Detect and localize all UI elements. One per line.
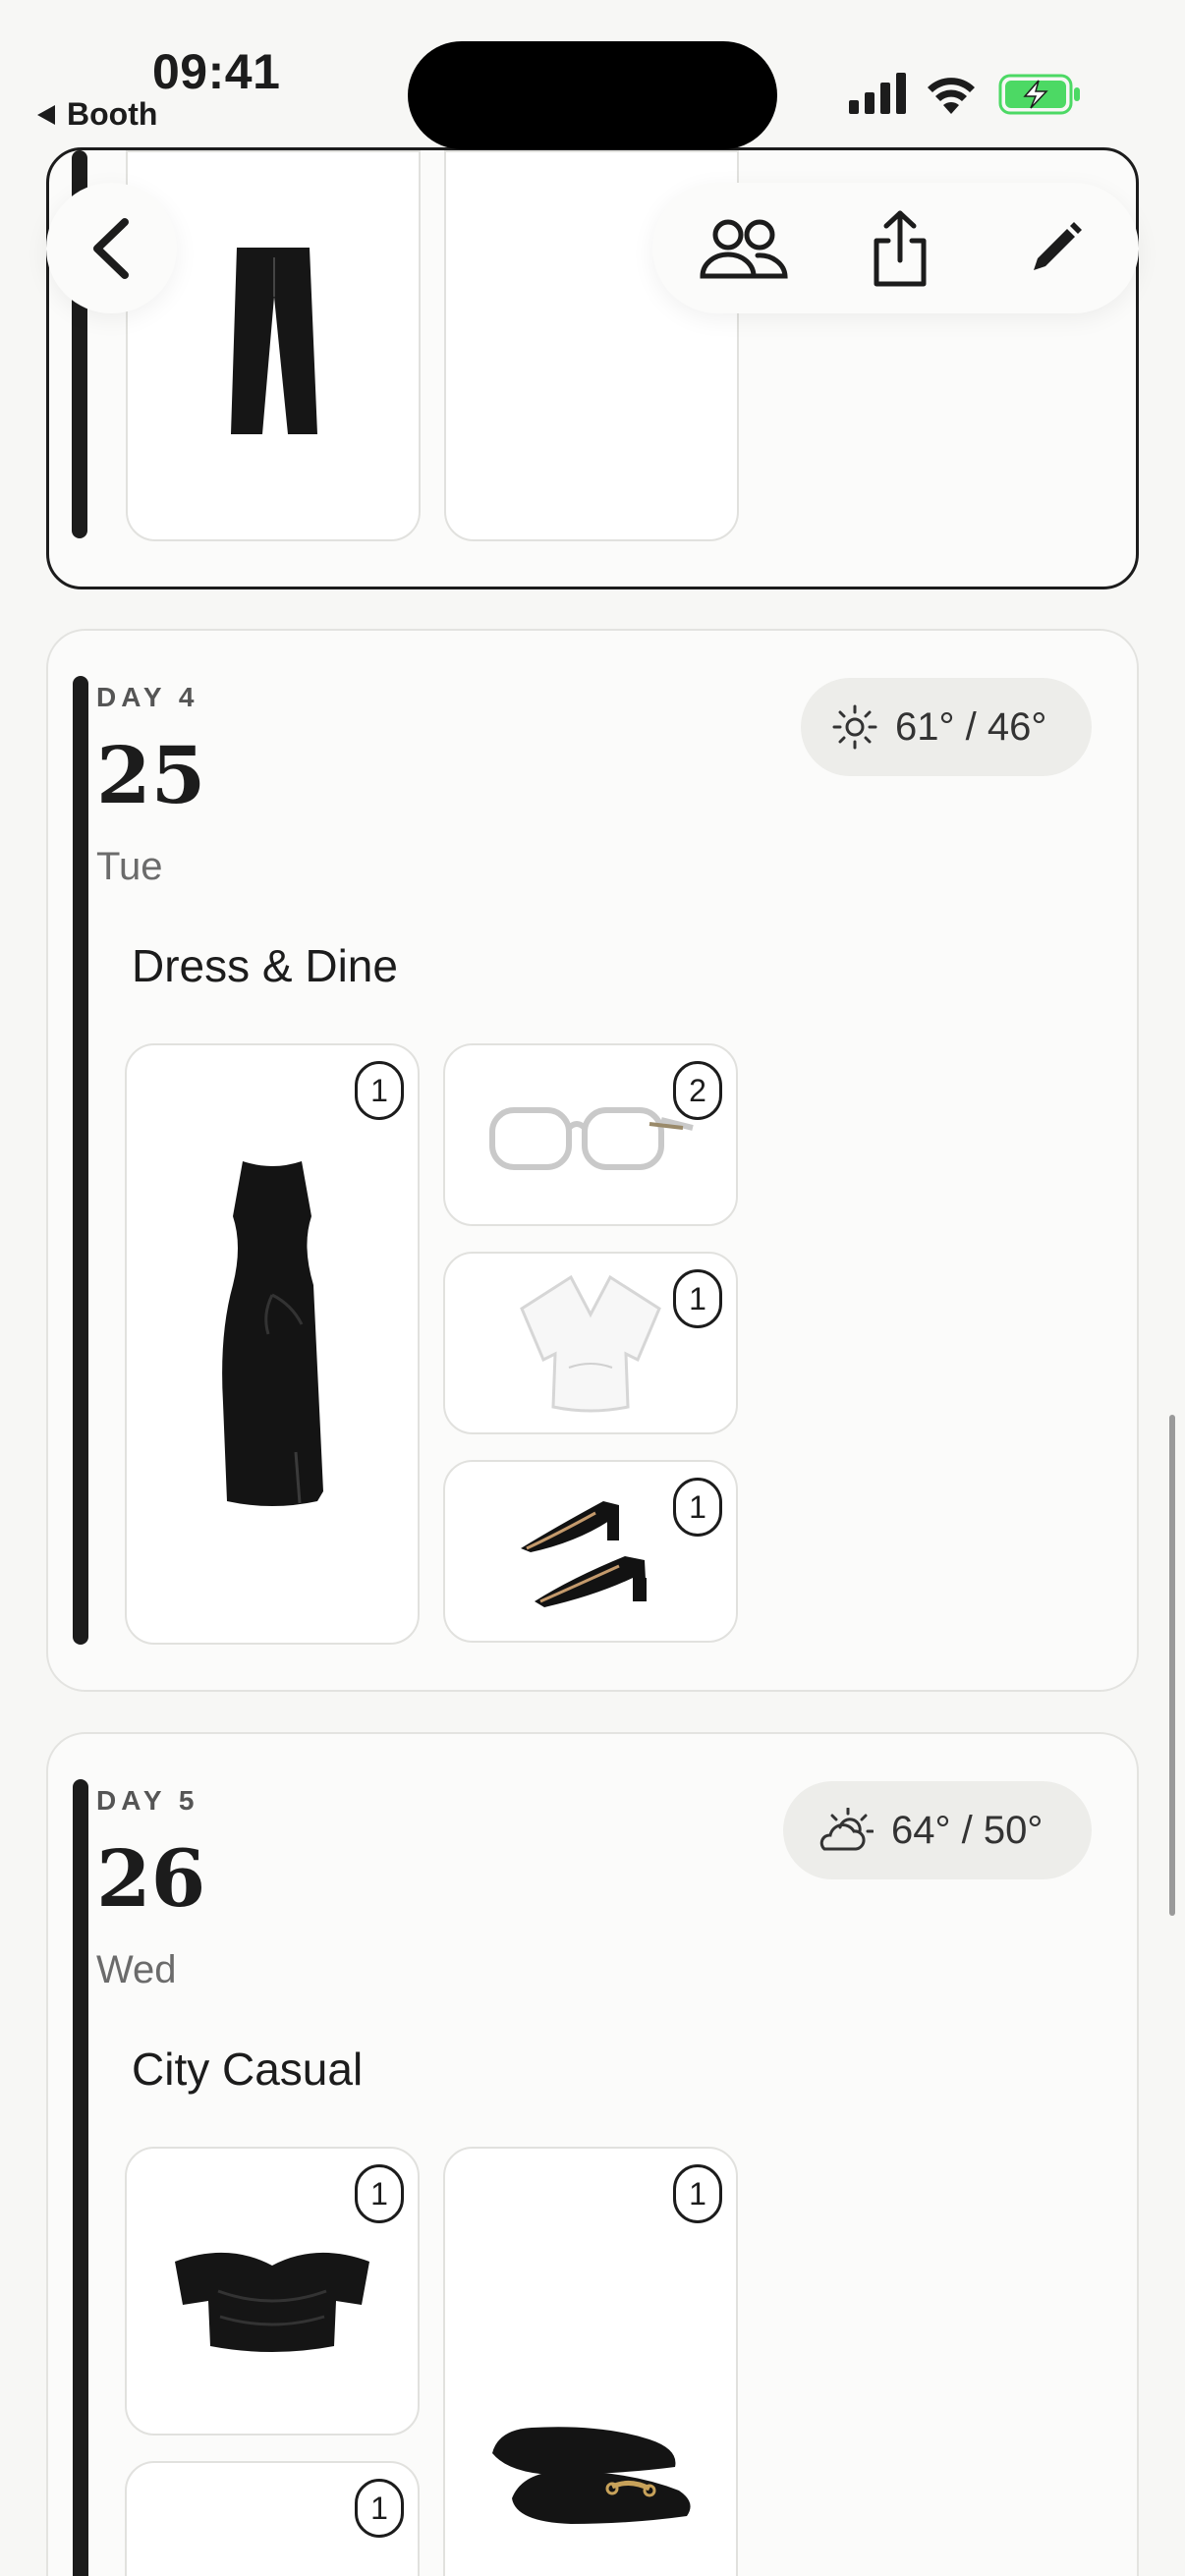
back-app-label: Booth (67, 96, 158, 132)
day-number-label: DAY 5 (96, 1785, 199, 1816)
item-count-badge: 1 (355, 2164, 404, 2223)
back-triangle-icon (37, 104, 55, 125)
item-count-badge: 2 (673, 1061, 722, 1120)
beige-trousers-icon (223, 2567, 321, 2576)
item-count-badge: 1 (673, 2164, 722, 2223)
sun-icon (832, 704, 877, 750)
white-blouse-icon (520, 1274, 661, 1413)
glasses-icon (489, 1107, 694, 1170)
outfit-item[interactable]: 1 (443, 2147, 738, 2576)
item-count-badge: 1 (355, 1061, 404, 1120)
outfit-item[interactable]: 1 (443, 1460, 738, 1643)
day-card[interactable]: DAY 4 25 Tue Dress & Dine 61° / 46° 1 2 … (46, 629, 1139, 1692)
status-indicators (847, 71, 1083, 120)
loafers-icon (492, 2427, 691, 2524)
outfit-title: Dress & Dine (132, 940, 398, 991)
day-date: 26 (96, 1832, 206, 1925)
outfit-title: City Casual (132, 2044, 364, 2095)
weather-temp: 61° / 46° (895, 704, 1047, 749)
scrollbar[interactable] (1169, 1415, 1175, 1916)
battery-icon (998, 74, 1080, 115)
edit-button[interactable] (1001, 195, 1109, 303)
share-button[interactable] (846, 195, 954, 303)
black-heels-icon (521, 1501, 647, 1607)
share-icon (874, 210, 926, 286)
item-count-badge: 1 (673, 1269, 722, 1328)
off-shoulder-top-icon (175, 2252, 369, 2352)
people-icon (700, 219, 788, 278)
chevron-left-icon (92, 217, 129, 279)
back-button[interactable] (46, 183, 177, 313)
day-accent-bar (73, 676, 88, 1645)
wifi-icon (928, 78, 975, 114)
outfit-item[interactable]: 1 (125, 2147, 420, 2436)
pencil-icon (1034, 221, 1082, 270)
item-count-badge: 1 (355, 2479, 404, 2538)
cellular-signal-icon (849, 73, 906, 114)
back-to-app[interactable]: Booth (35, 96, 157, 133)
status-time: 09:41 (152, 44, 281, 99)
trip-actions-bar (652, 183, 1139, 313)
outfit-item[interactable]: 1 (443, 1252, 738, 1434)
dynamic-island (408, 41, 777, 149)
day-weekday: Wed (96, 1948, 177, 1991)
weather-badge: 64° / 50° (783, 1781, 1092, 1879)
partly-cloudy-icon (819, 1808, 874, 1851)
day-weekday: Tue (96, 845, 163, 888)
item-count-badge: 1 (673, 1478, 722, 1537)
day-number-label: DAY 4 (96, 682, 199, 712)
outfit-item[interactable]: 1 (125, 1043, 420, 1645)
share-with-people-button[interactable] (690, 195, 798, 303)
weather-temp: 64° / 50° (891, 1808, 1044, 1852)
outfit-item-trousers[interactable] (126, 150, 421, 541)
black-dress-icon (222, 1161, 323, 1506)
day-date: 25 (96, 729, 206, 821)
weather-badge: 61° / 46° (801, 678, 1092, 776)
outfit-item[interactable]: 1 (125, 2461, 420, 2576)
trousers-icon (231, 248, 317, 434)
outfit-item[interactable]: 2 (443, 1043, 738, 1226)
day-accent-bar (73, 1779, 88, 2576)
day-card[interactable]: DAY 5 26 Wed City Casual 64° / 50° 1 1 1 (46, 1732, 1139, 2576)
